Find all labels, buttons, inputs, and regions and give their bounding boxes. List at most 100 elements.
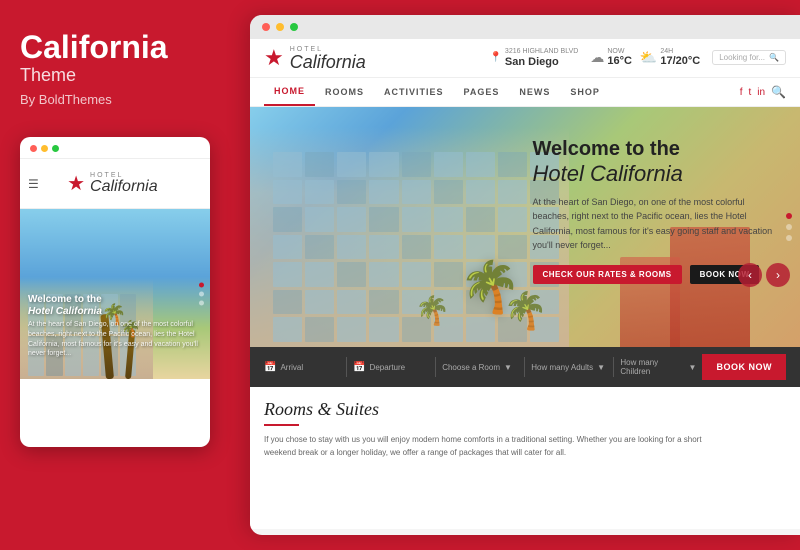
booking-divider-4 <box>613 357 614 377</box>
rooms-section: Rooms & Suites If you chose to stay with… <box>250 387 800 468</box>
site-logo: ★ HOTEL California <box>264 45 366 71</box>
browser-expand-dot[interactable] <box>290 23 298 31</box>
website-content: ★ HOTEL California 📍 3216 HIGHLAND BLVD … <box>250 39 800 529</box>
site-logo-text-group: HOTEL California <box>290 46 366 71</box>
nav-item-shop[interactable]: SHOP <box>560 79 610 105</box>
hero-dot-1[interactable] <box>786 213 792 219</box>
mobile-slide-dot-3 <box>199 301 204 306</box>
nav-item-news[interactable]: NEWS <box>509 79 560 105</box>
location-city: San Diego <box>505 56 578 68</box>
mobile-logo-california: California <box>90 179 158 195</box>
weather-24h-label: 24H <box>660 48 700 55</box>
cloud-icon-2: ⛅ <box>640 49 657 66</box>
booking-adults-label: How many Adults <box>531 363 593 372</box>
booking-children-select[interactable]: How many Children ▼ <box>620 358 696 376</box>
hero-nav-arrows: ‹ › <box>738 263 790 287</box>
booking-room-select[interactable]: Choose a Room ▼ <box>442 363 518 372</box>
hamburger-icon[interactable]: ☰ <box>28 177 39 191</box>
mobile-hero: 🌴 🌴 Welcome to the Hotel California At t… <box>20 209 210 379</box>
site-hero: 🌴 🌴 🌴 Welcome to the Hotel California At… <box>250 107 800 347</box>
booking-divider-1 <box>346 357 347 377</box>
hero-text-overlay: Welcome to the Hotel California At the h… <box>533 137 781 284</box>
mobile-star-icon: ★ <box>67 171 85 196</box>
hero-dot-2[interactable] <box>786 224 792 230</box>
theme-title: California <box>20 30 220 65</box>
booking-arrival-label: Arrival <box>280 363 303 372</box>
browser-chrome <box>250 15 800 39</box>
rooms-section-title: Rooms & Suites <box>264 399 786 420</box>
weather-forecast: ⛅ 24H 17/20°C <box>640 48 700 67</box>
booking-departure-field[interactable]: 📅 Departure <box>353 362 429 373</box>
rooms-subtitle-text: Suites <box>336 399 379 419</box>
mobile-preview: ☰ ★ HOTEL California <box>20 137 210 447</box>
mobile-welcome-text: Welcome to the <box>28 293 202 306</box>
nav-item-rooms[interactable]: ROOMS <box>315 79 374 105</box>
search-icon[interactable]: 🔍 <box>769 53 779 62</box>
mobile-hotel-cal-text: Hotel California <box>28 306 202 317</box>
site-search-bar[interactable]: Looking for... 🔍 <box>712 50 786 65</box>
rooms-title-text: Rooms <box>264 399 313 419</box>
hero-description: At the heart of San Diego, on one of the… <box>533 195 781 253</box>
mobile-slide-dots <box>199 283 204 306</box>
mobile-hero-desc: At the heart of San Diego, on one of the… <box>28 320 202 359</box>
mobile-hero-text: Welcome to the Hotel California At the h… <box>28 293 202 359</box>
mobile-site-header: ☰ ★ HOTEL California <box>20 159 210 209</box>
site-topbar: ★ HOTEL California 📍 3216 HIGHLAND BLVD … <box>250 39 800 78</box>
mobile-minimize-dot <box>41 145 48 152</box>
facebook-icon[interactable]: f <box>740 87 743 98</box>
hero-slide-dots <box>786 213 792 241</box>
hero-next-arrow[interactable]: › <box>766 263 790 287</box>
location-pin-icon: 📍 <box>489 52 501 63</box>
check-rates-button[interactable]: CHECK OUR RATES & ROOMS <box>533 265 682 284</box>
browser-minimize-dot[interactable] <box>276 23 284 31</box>
booking-arrival-field[interactable]: 📅 Arrival <box>264 362 340 373</box>
booking-departure-label: Departure <box>370 363 406 372</box>
nav-item-pages[interactable]: PAGES <box>454 79 510 105</box>
site-topbar-right: 📍 3216 HIGHLAND BLVD San Diego ☁ NOW 16°… <box>489 48 786 68</box>
cloud-icon-1: ☁ <box>590 49 604 66</box>
hero-hotel-california-text: Hotel California <box>533 161 781 187</box>
theme-info: California Theme By BoldThemes <box>20 30 220 107</box>
theme-author: By BoldThemes <box>20 92 220 107</box>
search-placeholder-text: Looking for... <box>719 53 765 62</box>
instagram-icon[interactable]: in <box>757 87 765 98</box>
booking-book-button[interactable]: BOOK NOW <box>702 354 786 380</box>
hero-dot-3[interactable] <box>786 235 792 241</box>
browser-close-dot[interactable] <box>262 23 270 31</box>
hero-prev-arrow[interactable]: ‹ <box>738 263 762 287</box>
weather-current: ☁ NOW 16°C <box>590 48 632 67</box>
theme-subtitle: Theme <box>20 65 220 86</box>
chevron-down-icon-children: ▼ <box>689 363 697 372</box>
location-address: 3216 HIGHLAND BLVD <box>505 48 578 56</box>
site-location: 📍 3216 HIGHLAND BLVD San Diego <box>489 48 578 68</box>
right-panel: ★ HOTEL California 📍 3216 HIGHLAND BLVD … <box>250 15 800 535</box>
nav-socials: f t in 🔍 <box>740 85 786 99</box>
mobile-window-controls <box>30 145 59 152</box>
rooms-description: If you chose to stay with us you will en… <box>264 434 734 460</box>
nav-search-icon[interactable]: 🔍 <box>771 85 786 99</box>
mobile-close-dot <box>30 145 37 152</box>
location-info: 3216 HIGHLAND BLVD San Diego <box>505 48 578 68</box>
rooms-ampersand: & <box>318 399 337 419</box>
nav-item-activities[interactable]: ACTIVITIES <box>374 79 454 105</box>
mobile-slide-dot-1 <box>199 283 204 288</box>
chevron-down-icon-room: ▼ <box>504 363 512 372</box>
booking-children-label: How many Children <box>620 358 684 376</box>
nav-item-home[interactable]: HOME <box>264 78 315 106</box>
booking-adults-select[interactable]: How many Adults ▼ <box>531 363 607 372</box>
mobile-slide-dot-2 <box>199 292 204 297</box>
palm-tree-medium: 🌴 <box>503 290 548 332</box>
rooms-title-underline <box>264 424 299 426</box>
site-logo-name: California <box>290 53 366 71</box>
chevron-down-icon-adults: ▼ <box>597 363 605 372</box>
weather-now-label: NOW <box>607 48 632 55</box>
site-main-nav: HOME ROOMS ACTIVITIES PAGES NEWS SHOP f … <box>250 78 800 107</box>
booking-divider-3 <box>524 357 525 377</box>
palm-tree-small: 🌴 <box>415 294 450 327</box>
twitter-icon[interactable]: t <box>748 87 751 98</box>
left-panel: California Theme By BoldThemes ☰ ★ HOTEL… <box>0 0 240 550</box>
booking-bar: 📅 Arrival 📅 Departure Choose a Room ▼ Ho… <box>250 347 800 387</box>
mobile-logo-text: HOTEL California <box>90 172 158 195</box>
mobile-expand-dot <box>52 145 59 152</box>
weather-current-info: NOW 16°C <box>607 48 632 67</box>
